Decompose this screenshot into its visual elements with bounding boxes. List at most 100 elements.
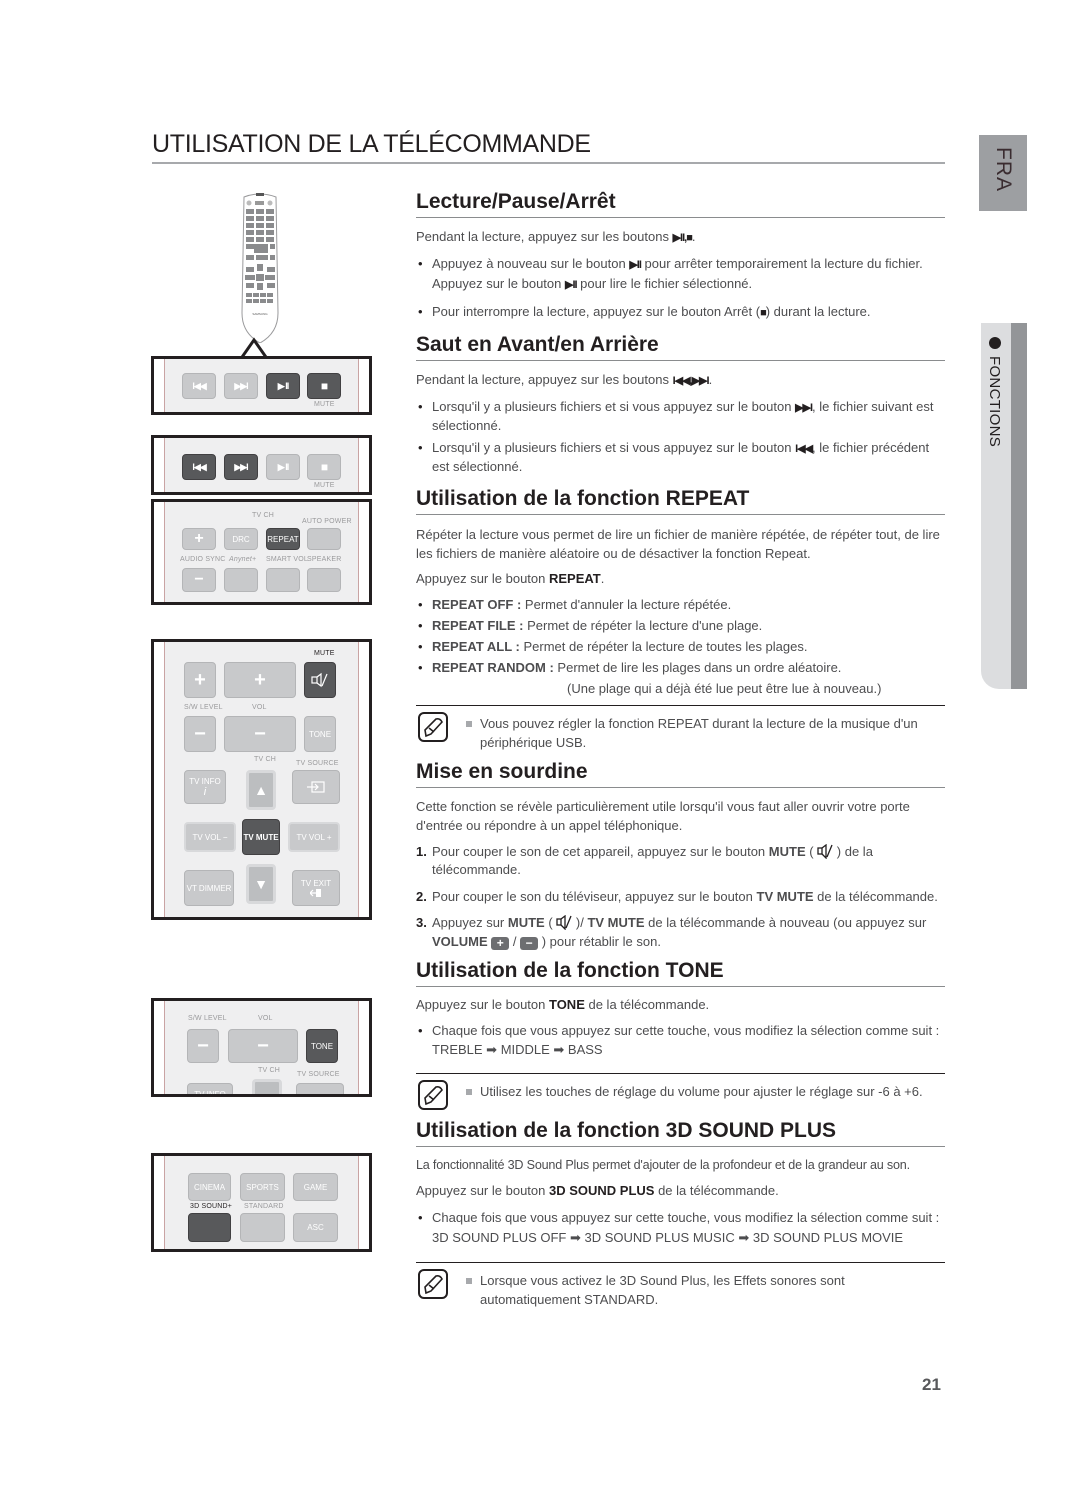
section-mute: Mise en sourdine Cette fonction se révèl… [416, 760, 945, 952]
note-pencil-icon [418, 1269, 448, 1299]
asc-button[interactable]: ASC [293, 1213, 338, 1242]
tv-ch-up-button[interactable] [252, 1079, 282, 1094]
tv-vol-plus-button[interactable]: TV VOL + [288, 822, 340, 852]
paragraph: Pendant la lecture, appuyez sur les bout… [416, 229, 696, 244]
list-item: 1. Pour couper le son de cet appareil, ap… [416, 843, 873, 877]
list-item: REPEAT FILE : Permet de répéter la lectu… [416, 615, 945, 636]
vol-minus-button[interactable]: − [224, 716, 296, 752]
3d-sound-plus-button[interactable] [188, 1213, 231, 1242]
bullet-list: Appuyez à nouveau sur le bouton ▶II pour… [416, 255, 945, 323]
list-item: Lorsqu'il y a plusieurs fichiers et si v… [416, 439, 945, 477]
note-bullet-icon [466, 720, 472, 727]
repeat-panel: TV CH AUTO POWER + DRC REPEAT AUDIO SYNC… [151, 499, 372, 605]
play-stop-glyph: ▶II,■ [672, 232, 693, 244]
transport-panel-play-stop: I◀◀ ▶▶I ▶ II ■ MUTE [151, 356, 372, 415]
play-pause-glyph: ▶II [564, 278, 578, 291]
list-item: REPEAT OFF : Permet d'annuler la lecture… [416, 594, 945, 615]
remote-control-illustration: SAMSUNG [241, 193, 279, 343]
speaker-button[interactable] [307, 568, 341, 592]
sound-mode-panel: CINEMA SPORTS GAME 3D SOUND+ STANDARD AS… [151, 1153, 372, 1252]
tv-info-button[interactable]: TV INFO [187, 1083, 233, 1094]
play-pause-button[interactable]: ▶ II [266, 454, 300, 480]
prev-glyph: I◀◀ [795, 442, 813, 455]
list-item: Chaque fois que vous appuyez sur cette t… [416, 1022, 945, 1059]
tv-ch-down-button[interactable]: ▼ [246, 864, 276, 904]
vt-dimmer-button[interactable]: VT DIMMER [184, 870, 234, 906]
mute-button[interactable] [304, 662, 336, 698]
repeat-button[interactable]: REPEAT [266, 528, 300, 550]
section-repeat: Utilisation de la fonction REPEAT Répéte… [416, 487, 945, 752]
tv-ch-label: TV CH [252, 512, 274, 519]
volume-minus-icon: − [520, 936, 539, 950]
tone-panel: S/W LEVEL VOL − − TONE TV CH TV SOURCE T… [151, 998, 372, 1097]
tv-ch-label: TV CH [258, 1067, 280, 1074]
anynet-button[interactable] [224, 568, 258, 592]
standard-label: STANDARD [244, 1203, 284, 1210]
mute-icon [817, 843, 833, 859]
tv-exit-button[interactable]: TV EXIT [292, 870, 340, 906]
section-heading: Utilisation de la fonction REPEAT [416, 487, 945, 515]
language-tab: FRA [979, 135, 1027, 211]
sports-button[interactable]: SPORTS [240, 1173, 285, 1201]
standard-button[interactable] [240, 1213, 285, 1242]
note-pencil-icon [418, 1080, 448, 1110]
tv-ch-plus-button[interactable]: + [182, 528, 216, 550]
game-button[interactable]: GAME [293, 1173, 338, 1201]
play-pause-button[interactable]: ▶ II [266, 373, 300, 399]
vol-plus-button[interactable]: + [224, 662, 296, 698]
tone-button[interactable]: TONE [306, 1029, 338, 1063]
bullet-list: Chaque fois que vous appuyez sur cette t… [416, 1208, 945, 1248]
next-button[interactable]: ▶▶I [224, 373, 258, 399]
sw-level-minus-button[interactable]: − [187, 1029, 219, 1063]
volume-plus-icon: + [491, 936, 510, 950]
auto-power-label: AUTO POWER [302, 518, 352, 525]
note-pencil-icon [418, 711, 448, 742]
prev-button[interactable]: I◀◀ [182, 373, 216, 399]
section-tab-label: FONCTIONS [986, 356, 1003, 448]
sw-level-minus-button[interactable]: − [184, 716, 216, 752]
mute-label: MUTE [314, 650, 335, 657]
tv-ch-up-button[interactable]: ▲ [246, 770, 276, 810]
tv-source-button[interactable] [292, 770, 340, 804]
tone-button[interactable]: TONE [304, 716, 336, 752]
list-item: Lorsqu'il y a plusieurs fichiers et si v… [416, 398, 945, 436]
tv-info-button[interactable]: TV INFO i [184, 770, 226, 804]
vol-minus-button[interactable]: − [228, 1029, 298, 1063]
vol-label: VOL [252, 704, 267, 711]
tv-source-button[interactable] [296, 1083, 344, 1094]
list-item: 3. Appuyez sur MUTE ( )/ TV MUTE de la té… [416, 915, 927, 950]
drc-button[interactable]: DRC [224, 528, 258, 550]
paragraph: Appuyez sur le bouton TONE de la télécom… [416, 997, 710, 1012]
skip-glyph: I◀◀,▶▶I [672, 374, 710, 387]
bullet-list: Chaque fois que vous appuyez sur cette t… [416, 1022, 945, 1059]
prev-button[interactable]: I◀◀ [182, 454, 216, 480]
note-box: Utilisez les touches de réglage du volum… [416, 1073, 945, 1117]
auto-power-button[interactable] [307, 528, 341, 550]
stop-button[interactable]: ■ [307, 454, 341, 480]
tv-mute-button[interactable]: TV MUTE [242, 819, 280, 855]
vol-label: VOL [258, 1015, 273, 1022]
mute-label: MUTE [314, 482, 335, 489]
bullet-dot-icon [989, 337, 1001, 349]
input-source-icon [307, 781, 325, 793]
cinema-button[interactable]: CINEMA [188, 1173, 231, 1201]
exit-icon [310, 888, 321, 897]
tv-source-label: TV SOURCE [297, 1071, 340, 1078]
sw-level-plus-button[interactable]: + [184, 662, 216, 698]
smart-vol-button[interactable] [266, 568, 300, 592]
list-item: REPEAT ALL : Permet de répéter la lectur… [416, 636, 945, 657]
stop-button[interactable]: ■ [307, 373, 341, 399]
content-column: Lecture/Pause/Arrêt Pendant la lecture, … [416, 190, 945, 1309]
paragraph: Cette fonction se révèle particulièremen… [416, 798, 910, 833]
remote-brand-label: SAMSUNG [252, 312, 268, 316]
next-button[interactable]: ▶▶I [224, 454, 258, 480]
tv-ch-minus-button[interactable]: − [182, 568, 216, 592]
page-number: 21 [922, 1375, 941, 1394]
section-playback: Lecture/Pause/Arrêt Pendant la lecture, … [416, 190, 945, 323]
language-tab-label: FRA [992, 147, 1015, 192]
audio-sync-label: AUDIO SYNC [180, 556, 226, 563]
section-3d-sound: Utilisation de la fonction 3D SOUND PLUS… [416, 1119, 945, 1309]
next-glyph: ▶▶I [795, 401, 813, 414]
tv-vol-minus-button[interactable]: TV VOL − [184, 822, 236, 852]
list-item: 2. Pour couper le son du téléviseur, appu… [416, 888, 938, 904]
